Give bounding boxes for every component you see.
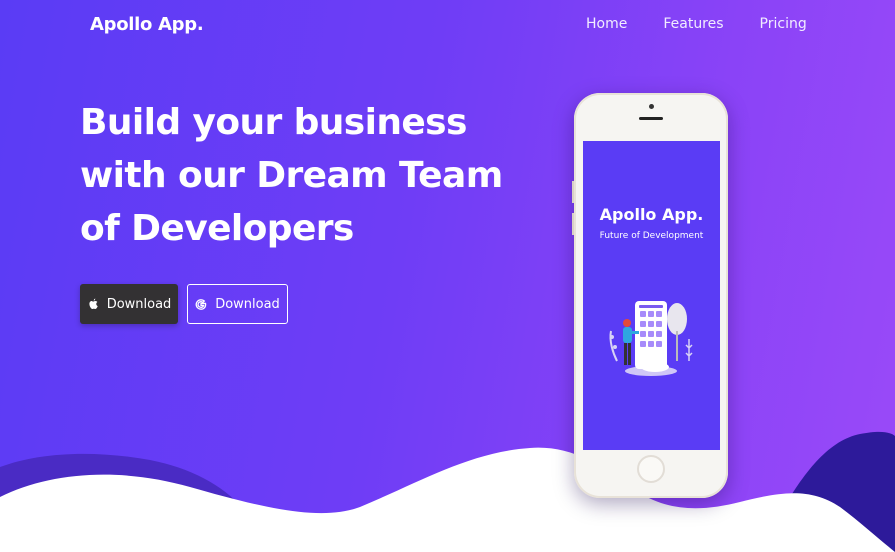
apple-download-button[interactable]: Download <box>80 284 178 324</box>
google-download-label: Download <box>215 296 280 312</box>
nav-pricing[interactable]: Pricing <box>760 16 807 32</box>
phone-speaker <box>639 117 663 120</box>
screen-subtitle: Future of Development <box>599 231 704 241</box>
headline-line-1: Build your business <box>80 102 467 143</box>
apple-download-label: Download <box>106 296 172 312</box>
phone-volume-up <box>572 181 574 203</box>
phone-volume-down <box>572 213 574 235</box>
main-nav: Home Features Pricing <box>586 16 843 32</box>
hero-waves <box>0 431 895 552</box>
hero-headline: Build your business with our Dream Team … <box>80 96 503 255</box>
brand-logo[interactable]: Apollo App. <box>90 14 204 35</box>
headline-line-2: with our Dream Team <box>80 155 503 196</box>
nav-home[interactable]: Home <box>586 16 627 32</box>
developer-illustration <box>609 301 693 376</box>
nav-features[interactable]: Features <box>663 16 723 32</box>
phone-screen: Apollo App. Future of Development <box>583 141 720 450</box>
google-download-button[interactable]: Download <box>187 284 288 324</box>
screen-title: Apollo App. <box>599 205 704 224</box>
google-icon <box>195 298 207 311</box>
phone-camera <box>649 104 654 109</box>
phone-home-button <box>637 455 665 483</box>
phone-mockup: Apollo App. Future of Development <box>572 93 728 498</box>
headline-line-3: of Developers <box>80 208 354 249</box>
apple-icon <box>87 298 99 311</box>
